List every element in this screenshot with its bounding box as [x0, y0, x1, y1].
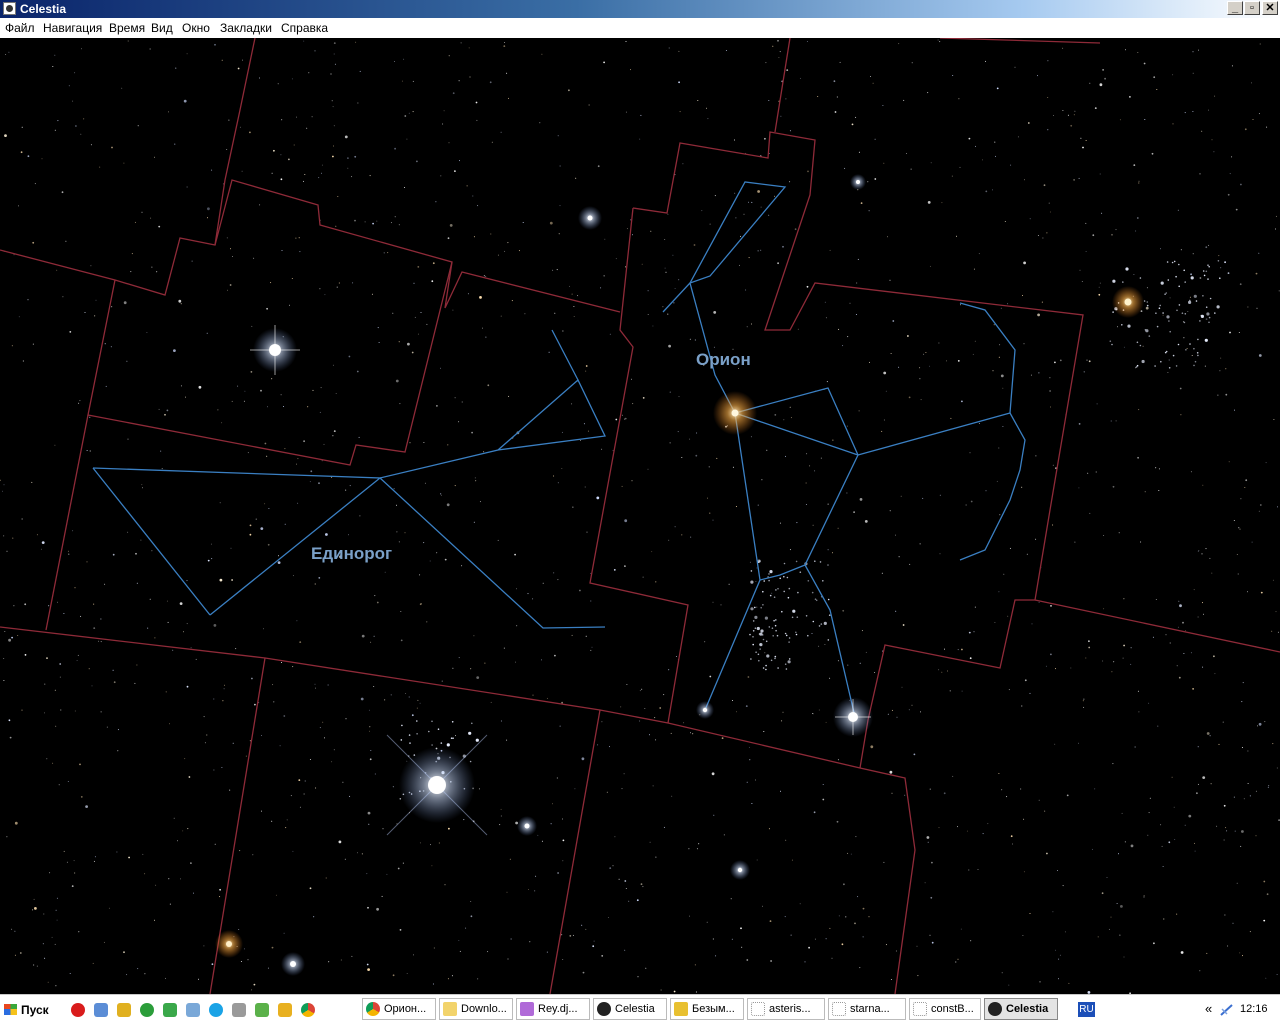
menu-bookmarks[interactable]: Закладки	[220, 21, 272, 35]
task-label: Орион...	[384, 1003, 427, 1015]
language-indicator[interactable]: RU	[1078, 1002, 1095, 1017]
task-label: starna...	[850, 1003, 890, 1015]
task-label: asteris...	[769, 1003, 811, 1015]
start-button[interactable]: Пуск	[2, 1000, 54, 1020]
boundary-line	[0, 179, 621, 313]
star-field	[0, 39, 1280, 994]
label-orion: Орион	[696, 350, 751, 369]
task-starnames[interactable]: starna...	[828, 998, 906, 1020]
start-label: Пуск	[21, 1003, 49, 1017]
folder-icon	[443, 1002, 457, 1016]
bright-star	[850, 174, 866, 190]
task-downloads[interactable]: Downlo...	[439, 998, 513, 1020]
menu-time[interactable]: Время	[109, 21, 145, 35]
constellation-figures	[92, 181, 1026, 718]
taskbar: Пуск Орион... Downlo... Rey.dj... Celest…	[0, 994, 1280, 1024]
bright-star	[517, 816, 537, 836]
menu-navigation[interactable]: Навигация	[43, 21, 102, 35]
monoceros-figure-line	[379, 378, 606, 479]
document-icon	[751, 1002, 765, 1016]
bright-star	[696, 701, 714, 719]
task-label: Celestia	[615, 1003, 655, 1015]
bright-star	[730, 860, 750, 880]
monoceros-figure-line	[92, 467, 211, 616]
app-icon[interactable]	[163, 1003, 177, 1017]
task-label: Downlo...	[461, 1003, 507, 1015]
orion-figure-line	[759, 564, 806, 581]
menu-file[interactable]: Файл	[5, 21, 35, 35]
tool-icon[interactable]	[117, 1003, 131, 1017]
pen-icon[interactable]	[255, 1003, 269, 1017]
monoceros-figure-line	[92, 467, 382, 616]
title-bar[interactable]: Celestia _ ▫ ✕	[0, 0, 1280, 18]
sirius-star	[386, 734, 488, 836]
folder-icon[interactable]	[94, 1003, 108, 1017]
tray-expand-icon[interactable]: «	[1205, 1001, 1212, 1016]
paint-icon	[674, 1002, 688, 1016]
bright-star	[281, 952, 305, 976]
boundary-line	[45, 414, 89, 631]
sky-view[interactable]: Орион Единорог	[0, 38, 1280, 994]
procyon-star	[250, 325, 300, 375]
task-celestia-active[interactable]: Celestia	[984, 998, 1058, 1020]
monoceros-figure-line	[379, 477, 606, 629]
task-label: Celestia	[1006, 1003, 1049, 1015]
menu-window[interactable]: Окно	[182, 21, 210, 35]
boundary-line	[774, 38, 791, 133]
boundary-line	[589, 207, 689, 724]
boundary-line	[214, 38, 256, 246]
bright-star	[578, 206, 602, 230]
document-icon	[913, 1002, 927, 1016]
clock: 12:16	[1240, 1003, 1268, 1015]
boundary-line	[1034, 599, 1280, 653]
task-asterisms[interactable]: asteris...	[747, 998, 825, 1020]
aldebaran-star	[1112, 286, 1144, 318]
task-paint[interactable]: Безым...	[670, 998, 744, 1020]
restore-button[interactable]: ▫	[1244, 1, 1260, 15]
task-image[interactable]: Rey.dj...	[516, 998, 590, 1020]
boundary-line	[632, 131, 1084, 769]
bright-star	[215, 930, 243, 958]
task-constboundaries[interactable]: constB...	[909, 998, 981, 1020]
orion-figure-line	[704, 412, 761, 711]
celestia-app-icon[interactable]	[3, 2, 16, 15]
minimize-button[interactable]: _	[1227, 1, 1243, 15]
betelgeuse-star	[713, 391, 757, 435]
menu-help[interactable]: Справка	[281, 21, 328, 35]
app-icon[interactable]	[186, 1003, 200, 1017]
task-chrome-orion[interactable]: Орион...	[362, 998, 436, 1020]
menu-bar: Файл Навигация Время Вид Окно Закладки С…	[0, 18, 1280, 38]
boundary-line	[939, 38, 1101, 44]
close-button[interactable]: ✕	[1262, 1, 1278, 15]
menu-view[interactable]: Вид	[151, 21, 173, 35]
label-monoceros: Единорог	[311, 544, 392, 563]
chrome-icon[interactable]	[301, 1003, 315, 1017]
opera-icon[interactable]	[71, 1003, 85, 1017]
window-title: Celestia	[20, 2, 67, 16]
document-icon	[832, 1002, 846, 1016]
orion-figure-line	[734, 412, 859, 718]
constellation-boundaries	[0, 38, 1280, 994]
task-celestia[interactable]: Celestia	[593, 998, 667, 1020]
rigel-star	[833, 697, 873, 737]
app-icon[interactable]	[232, 1003, 246, 1017]
celestia-icon	[988, 1002, 1002, 1016]
image-icon	[520, 1002, 534, 1016]
celestia-icon	[597, 1002, 611, 1016]
windows-logo-icon	[4, 1004, 17, 1015]
orion-figure-line	[959, 412, 1026, 561]
network-icon[interactable]	[1220, 1003, 1234, 1017]
skype-icon[interactable]	[209, 1003, 223, 1017]
task-label: constB...	[931, 1003, 974, 1015]
monoceros-figure-line	[551, 329, 579, 381]
task-label: Безым...	[692, 1003, 735, 1015]
media-icon[interactable]	[140, 1003, 154, 1017]
task-label: Rey.dj...	[538, 1003, 578, 1015]
chrome-icon	[366, 1002, 380, 1016]
pen-icon[interactable]	[278, 1003, 292, 1017]
boundary-line	[549, 709, 601, 994]
